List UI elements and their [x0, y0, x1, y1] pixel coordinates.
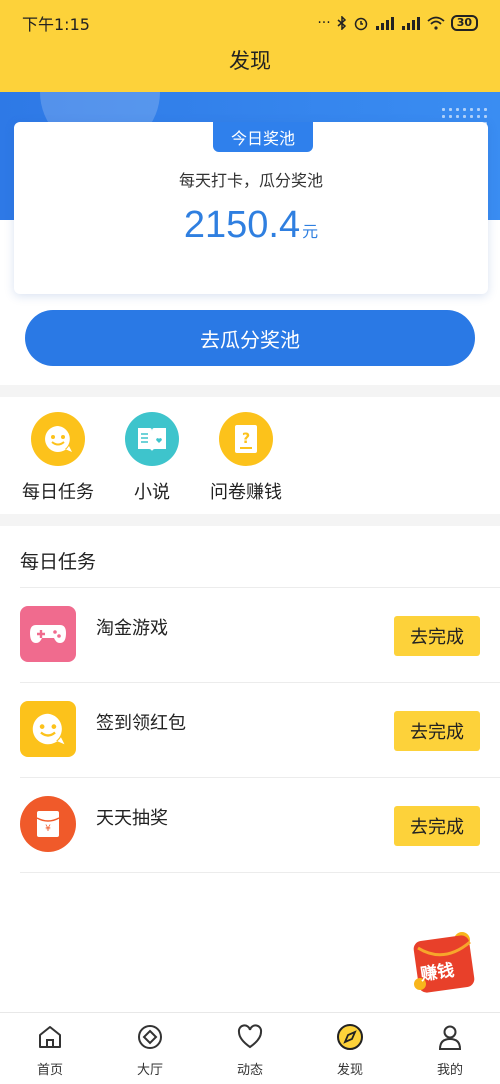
task-row-checkin-redpacket: 签到领红包 去完成 [0, 683, 500, 778]
nav-label: 动态 [236, 1063, 263, 1078]
quick-links: 每日任务 小说 ? 问卷赚钱 [0, 410, 300, 510]
red-envelope-icon: ¥ [20, 796, 76, 852]
home-icon [39, 1026, 61, 1048]
tasks-section-title: 每日任务 [20, 551, 97, 573]
task-complete-button[interactable]: 去完成 [394, 806, 480, 846]
nav-label: 我的 [436, 1063, 463, 1078]
nav-item-home[interactable]: 首页 [0, 1013, 100, 1084]
quick-link-label: 问卷赚钱 [210, 482, 282, 503]
prize-pool-card: 今日奖池 每天打卡，瓜分奖池 2150.4 元 [14, 122, 488, 294]
gamepad-icon [20, 606, 76, 662]
questionnaire-icon: ? [219, 412, 273, 466]
smile-bubble-icon [20, 701, 76, 757]
quick-link-novel[interactable]: 小说 [102, 410, 202, 504]
wifi-icon [427, 16, 445, 30]
section-separator [0, 385, 500, 397]
quick-link-daily-tasks[interactable]: 每日任务 [8, 410, 108, 504]
pool-amount-value: 2150.4 [183, 204, 301, 246]
task-complete-button[interactable]: 去完成 [394, 616, 480, 656]
book-icon [125, 412, 179, 466]
task-row-daily-lottery: ¥ 天天抽奖 去完成 [0, 778, 500, 873]
more-dots-icon: ··· [317, 15, 331, 31]
section-separator [0, 514, 500, 526]
alarm-icon [354, 17, 367, 31]
nav-label: 发现 [336, 1063, 363, 1078]
compass-icon [337, 1024, 363, 1050]
bottom-nav: 首页 大厅 动态 发现 我的 [0, 1012, 500, 1084]
earn-money-badge[interactable]: 赚钱 [406, 928, 482, 998]
pool-amount-unit: 元 [302, 222, 319, 241]
battery-icon: 30 [450, 15, 478, 31]
bluetooth-icon [337, 16, 346, 30]
task-row-gold-game: 淘金游戏 去完成 [0, 588, 500, 683]
task-name: 天天抽奖 [96, 808, 168, 829]
divider [20, 872, 500, 873]
nav-label: 大厅 [136, 1063, 163, 1078]
earn-badge-label: 赚钱 [419, 960, 456, 986]
status-bar: 下午1:15 ··· 30 [22, 12, 478, 34]
svg-text:¥: ¥ [45, 824, 51, 834]
quick-link-label: 每日任务 [22, 482, 94, 503]
task-name: 签到领红包 [96, 713, 186, 734]
smile-bubble-icon [31, 412, 85, 466]
nav-item-profile[interactable]: 我的 [400, 1013, 500, 1084]
user-icon [438, 1025, 462, 1050]
join-pool-button[interactable]: 去瓜分奖池 [25, 310, 475, 366]
heart-icon [237, 1024, 263, 1049]
pool-subtitle: 每天打卡，瓜分奖池 [178, 171, 323, 190]
page-title: 发现 [229, 49, 271, 73]
task-complete-button[interactable]: 去完成 [394, 711, 480, 751]
nav-item-feed[interactable]: 动态 [200, 1013, 300, 1084]
nav-label: 首页 [36, 1063, 63, 1078]
status-time: 下午1:15 [22, 15, 90, 34]
pool-amount: 2150.4 元 [14, 204, 488, 247]
svg-text:?: ? [242, 431, 250, 447]
top-bar: 下午1:15 ··· 30 发现 [0, 0, 500, 92]
status-icons: ··· 30 [317, 15, 478, 31]
signal-icon-2 [401, 17, 420, 30]
hall-icon [138, 1025, 162, 1049]
pool-tag: 今日奖池 [213, 122, 313, 152]
signal-icon [375, 17, 394, 30]
quick-link-label: 小说 [134, 482, 170, 503]
quick-link-questionnaire[interactable]: ? 问卷赚钱 [196, 410, 296, 504]
task-name: 淘金游戏 [96, 618, 168, 639]
nav-item-hall[interactable]: 大厅 [100, 1013, 200, 1084]
nav-item-discover[interactable]: 发现 [300, 1013, 400, 1084]
